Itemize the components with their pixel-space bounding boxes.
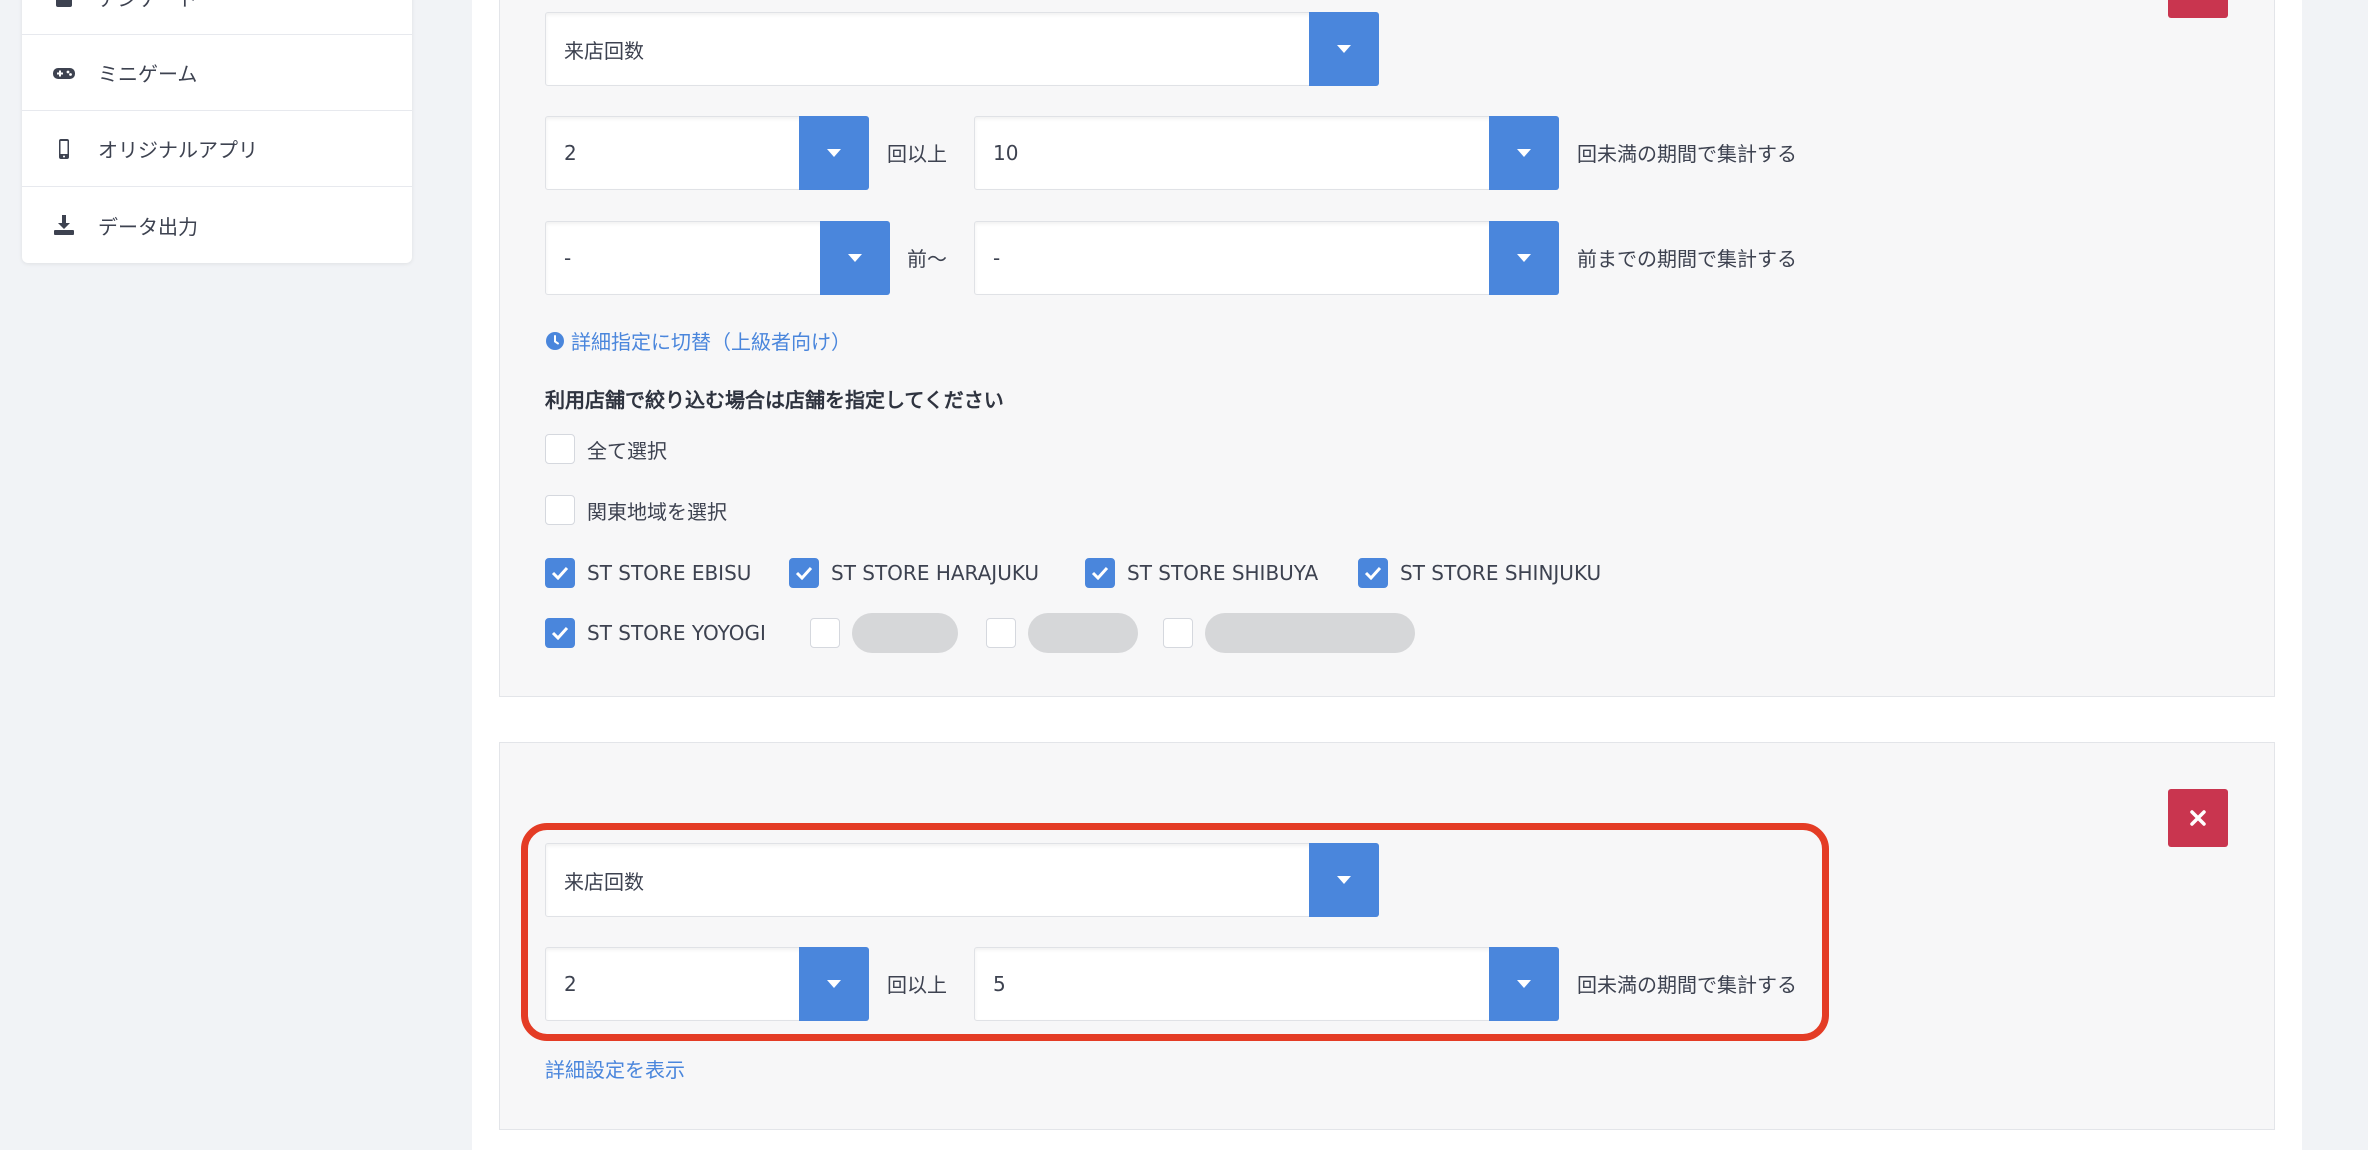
- sidebar-item-label: アンケート: [98, 0, 197, 12]
- sidebar-menu: アンケート ミニゲーム オリジナルアプリ データ出力: [22, 0, 412, 263]
- checkbox-checked[interactable]: [545, 618, 575, 648]
- checkbox-label: ST STORE YOYOGI: [587, 621, 766, 645]
- redacted-label: [1028, 613, 1138, 653]
- condition-card-2: [499, 742, 2275, 1130]
- checkbox-label: 全て選択: [587, 438, 667, 463]
- store-filter-heading: 利用店舗で絞り込む場合は店舗を指定してください: [545, 388, 1004, 412]
- store-checkbox-harajuku[interactable]: ST STORE HARAJUKU: [789, 558, 1039, 588]
- count-max-select[interactable]: 10: [974, 116, 1559, 190]
- period-from-suffix: 前〜: [907, 247, 947, 271]
- count-max-select[interactable]: 5: [974, 947, 1559, 1021]
- store-checkbox-shinjuku[interactable]: ST STORE SHINJUKU: [1358, 558, 1601, 588]
- store-checkbox-redacted-2[interactable]: [986, 613, 1138, 653]
- sidebar-item-label: オリジナルアプリ: [98, 138, 258, 162]
- select-value: 2: [564, 972, 577, 996]
- checkbox-label: ST STORE EBISU: [587, 561, 752, 585]
- checkbox-label: ST STORE SHIBUYA: [1127, 561, 1319, 585]
- check-icon: [795, 566, 813, 580]
- period-from-select[interactable]: -: [545, 221, 890, 295]
- gamepad-icon: [50, 59, 78, 87]
- checkbox[interactable]: [810, 618, 840, 648]
- delete-condition-1-button[interactable]: [2168, 0, 2228, 18]
- clock-icon: [546, 331, 564, 350]
- chevron-down-icon[interactable]: [799, 116, 869, 190]
- chevron-down-icon[interactable]: [1309, 843, 1379, 917]
- select-kanto-checkbox[interactable]: 関東地域を選択: [545, 495, 727, 525]
- sidebar-item-original-app[interactable]: オリジナルアプリ: [22, 111, 412, 187]
- store-checkbox-ebisu[interactable]: ST STORE EBISU: [545, 558, 751, 588]
- check-icon: [551, 566, 569, 580]
- store-checkbox-yoyogi[interactable]: ST STORE YOYOGI: [545, 618, 766, 648]
- select-value: 2: [564, 141, 577, 165]
- select-value: -: [993, 246, 1001, 270]
- chevron-down-icon[interactable]: [1489, 221, 1559, 295]
- count-max-suffix: 回未満の期間で集計する: [1577, 142, 1797, 166]
- advanced-mode-link-label: 詳細指定に切替（上級者向け）: [571, 330, 851, 354]
- period-to-select[interactable]: -: [974, 221, 1559, 295]
- redacted-label: [852, 613, 958, 653]
- survey-icon: [50, 0, 78, 11]
- store-checkbox-redacted-3[interactable]: [1163, 613, 1415, 653]
- sidebar-item-label: データ出力: [98, 214, 198, 239]
- advanced-mode-link[interactable]: 詳細指定に切替（上級者向け）: [545, 326, 851, 355]
- checkbox[interactable]: [986, 618, 1016, 648]
- store-checkbox-shibuya[interactable]: ST STORE SHIBUYA: [1085, 558, 1318, 588]
- checkbox-label: ST STORE SHINJUKU: [1400, 561, 1602, 585]
- count-min-select[interactable]: 2: [545, 947, 869, 1021]
- select-value: 10: [993, 141, 1019, 165]
- select-value: 来店回数: [564, 869, 644, 894]
- checkbox-label: 関東地域を選択: [587, 499, 727, 524]
- chevron-down-icon[interactable]: [1489, 947, 1559, 1021]
- check-icon: [1364, 566, 1382, 580]
- checkbox-checked[interactable]: [789, 558, 819, 588]
- download-icon: [50, 211, 78, 239]
- check-icon: [1091, 566, 1109, 580]
- period-to-suffix: 前までの期間で集計する: [1577, 247, 1797, 271]
- redacted-label: [1205, 613, 1415, 653]
- chevron-down-icon[interactable]: [799, 947, 869, 1021]
- checkbox-checked[interactable]: [1358, 558, 1388, 588]
- sidebar-item-minigame[interactable]: ミニゲーム: [22, 35, 412, 111]
- store-checkbox-redacted-1[interactable]: [810, 613, 958, 653]
- checkbox-checked[interactable]: [545, 558, 575, 588]
- condition-type-select[interactable]: 来店回数: [545, 12, 1379, 86]
- check-icon: [551, 626, 569, 640]
- close-icon: [2190, 810, 2206, 826]
- count-min-select[interactable]: 2: [545, 116, 869, 190]
- select-value: -: [564, 246, 572, 270]
- sidebar-item-label: ミニゲーム: [98, 62, 198, 86]
- chevron-down-icon[interactable]: [1489, 116, 1559, 190]
- select-value: 来店回数: [564, 38, 644, 63]
- show-detail-settings-link[interactable]: 詳細設定を表示: [545, 1054, 685, 1083]
- chevron-down-icon[interactable]: [1309, 12, 1379, 86]
- count-min-suffix: 回以上: [887, 142, 947, 166]
- delete-condition-2-button[interactable]: [2168, 789, 2228, 847]
- select-all-checkbox[interactable]: 全て選択: [545, 434, 667, 464]
- count-min-suffix: 回以上: [887, 973, 947, 997]
- chevron-down-icon[interactable]: [820, 221, 890, 295]
- sidebar-item-data-export[interactable]: データ出力: [22, 187, 412, 263]
- checkbox[interactable]: [545, 434, 575, 464]
- select-value: 5: [993, 972, 1006, 996]
- count-max-suffix: 回未満の期間で集計する: [1577, 973, 1797, 997]
- smartphone-icon: [50, 135, 78, 163]
- checkbox-checked[interactable]: [1085, 558, 1115, 588]
- checkbox[interactable]: [545, 495, 575, 525]
- checkbox-label: ST STORE HARAJUKU: [831, 561, 1040, 585]
- condition-type-select[interactable]: 来店回数: [545, 843, 1379, 917]
- checkbox[interactable]: [1163, 618, 1193, 648]
- sidebar-item-survey[interactable]: アンケート: [22, 0, 412, 35]
